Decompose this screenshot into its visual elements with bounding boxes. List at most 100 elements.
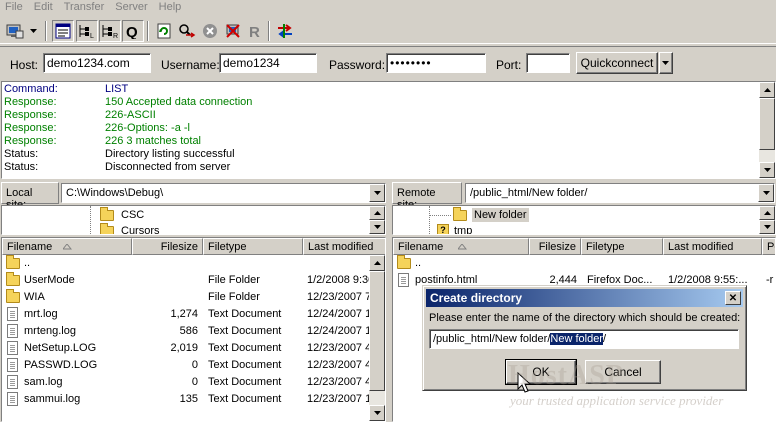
scroll-thumb[interactable]: [759, 98, 775, 150]
document-icon: [397, 273, 411, 287]
username-input[interactable]: demo1234: [219, 53, 317, 73]
scroll-down-button[interactable]: [759, 220, 775, 234]
log-text: 226-Options: -a -l: [105, 122, 190, 134]
menu-file[interactable]: File: [0, 0, 29, 13]
scroll-up-button[interactable]: [369, 255, 385, 271]
toolbar-separator: [45, 21, 47, 41]
scroll-down-button[interactable]: [369, 405, 385, 421]
menu-edit[interactable]: Edit: [29, 0, 59, 13]
local-path-combo[interactable]: C:\Windows\Debug\: [61, 183, 386, 203]
port-input[interactable]: [526, 53, 570, 73]
cell-name: ..: [24, 257, 31, 269]
arrow-up-icon: [373, 261, 381, 265]
quickconnect-dropdown-button[interactable]: [659, 52, 673, 74]
column-header-permissions[interactable]: Pe: [762, 238, 775, 255]
file-row[interactable]: UserMode File Folder 1/2/2008 9:30:3: [2, 272, 385, 289]
document-icon: [6, 392, 20, 406]
toggle-local-tree-icon[interactable]: L: [76, 20, 98, 42]
file-row[interactable]: mrt.log 1,274 Text Document 12/24/2007 10:4: [2, 306, 385, 323]
cell-type: Text Document: [208, 325, 282, 337]
dialog-title: Create directory: [430, 291, 523, 305]
chevron-down-icon[interactable]: [369, 184, 385, 202]
log-scrollbar[interactable]: [759, 82, 775, 178]
cell-size: 0: [191, 359, 198, 371]
menu-help[interactable]: Help: [154, 0, 188, 13]
remote-path-combo[interactable]: /public_html/New folder/: [465, 183, 775, 203]
document-icon: [6, 358, 20, 372]
process-queue-icon[interactable]: [176, 20, 198, 42]
tree-item-label: CSC: [121, 209, 145, 221]
compare-icon[interactable]: [274, 20, 296, 42]
quickconnect-button[interactable]: Quickconnect: [576, 52, 658, 74]
cell-name: UserMode: [24, 274, 75, 286]
tree-line: [429, 206, 430, 234]
ok-button-label: OK: [532, 365, 550, 379]
scroll-down-button[interactable]: [369, 220, 385, 234]
close-icon[interactable]: ✕: [725, 291, 741, 305]
dropdown-arrow-icon[interactable]: [27, 20, 41, 42]
svg-text:L: L: [90, 33, 94, 39]
menu-bar: File Edit Transfer Server Help: [0, 0, 776, 17]
tree-line: [429, 215, 451, 216]
local-tree-scrollbar[interactable]: [369, 206, 385, 234]
cell-type: Text Document: [208, 342, 282, 354]
dialog-message: Please enter the name of the directory w…: [429, 312, 741, 324]
cell-modified: 1/2/2008 9:30:3: [307, 274, 369, 286]
column-header-filetype[interactable]: Filetype: [581, 238, 663, 255]
scroll-up-button[interactable]: [759, 82, 775, 98]
toggle-queue-icon[interactable]: Q: [122, 20, 144, 42]
column-header-filesize[interactable]: Filesize: [529, 238, 581, 255]
arrow-down-icon: [373, 225, 381, 229]
scroll-thumb[interactable]: [369, 271, 385, 391]
cancel-icon[interactable]: [199, 20, 221, 42]
cell-type: Text Document: [208, 359, 282, 371]
scroll-up-button[interactable]: [369, 206, 385, 220]
arrow-up-icon: [373, 211, 381, 215]
disconnect-icon[interactable]: [222, 20, 244, 42]
remote-path-text: /public_html/New folder/: [470, 187, 588, 199]
cell-perm: -r: [766, 274, 774, 286]
menu-server[interactable]: Server: [110, 0, 153, 13]
file-row[interactable]: ..: [393, 255, 775, 272]
toggle-log-icon[interactable]: [52, 20, 74, 42]
site-manager-icon[interactable]: [4, 20, 26, 42]
cell-modified: 12/23/2007 4:34: [307, 342, 369, 354]
reconnect-icon[interactable]: R: [244, 20, 266, 42]
column-header-last-modified[interactable]: Last modified: [303, 238, 385, 255]
local-site-bar: Local site: C:\Windows\Debug\: [1, 182, 386, 211]
scroll-up-button[interactable]: [759, 206, 775, 220]
file-row[interactable]: sam.log 0 Text Document 12/23/2007 4:3: [2, 374, 385, 391]
column-header-filename[interactable]: Filename: [2, 238, 132, 255]
column-header-label: Filename: [398, 241, 444, 253]
cancel-button[interactable]: Cancel: [585, 360, 661, 384]
file-row[interactable]: sammui.log 135 Text Document 12/23/2007 10:…: [2, 391, 385, 408]
file-row[interactable]: WIA File Folder 12/23/2007 7:19: [2, 289, 385, 306]
toggle-remote-tree-icon[interactable]: R: [99, 20, 121, 42]
file-row[interactable]: NetSetup.LOG 2,019 Text Document 12/23/2007…: [2, 340, 385, 357]
tree-item-label: Cursors: [121, 225, 160, 235]
cell-name: PASSWD.LOG: [24, 359, 98, 371]
menu-transfer[interactable]: Transfer: [59, 0, 111, 13]
cell-name: sam.log: [24, 376, 63, 388]
create-directory-dialog: Create directory ✕ Please enter the name…: [422, 285, 747, 393]
column-header-filename[interactable]: Filename: [393, 238, 529, 255]
refresh-icon[interactable]: [153, 20, 175, 42]
sort-ascending-icon: [458, 244, 467, 250]
column-header-filetype[interactable]: Filetype: [203, 238, 303, 255]
column-header-last-modified[interactable]: Last modified: [663, 238, 762, 255]
cell-modified: 12/24/2007 10:4: [307, 308, 369, 320]
scroll-down-button[interactable]: [759, 162, 775, 178]
log-type: Response:: [4, 109, 57, 121]
file-row[interactable]: ..: [2, 255, 385, 272]
tree-item-label: New folder: [472, 208, 529, 222]
remote-tree-scrollbar[interactable]: [759, 206, 775, 234]
password-input[interactable]: ••••••••: [386, 53, 486, 73]
file-row[interactable]: mrteng.log 586 Text Document 12/24/2007 10:…: [2, 323, 385, 340]
file-row[interactable]: PASSWD.LOG 0 Text Document 12/23/2007 4:3: [2, 357, 385, 374]
local-list-scrollbar[interactable]: [369, 255, 385, 421]
directory-name-input[interactable]: /public_html/New folder/New folder/: [429, 329, 739, 349]
chevron-down-icon[interactable]: [758, 184, 774, 202]
port-label: Port:: [496, 58, 522, 72]
column-header-filesize[interactable]: Filesize: [132, 238, 203, 255]
host-input[interactable]: demo1234.com: [43, 53, 151, 73]
